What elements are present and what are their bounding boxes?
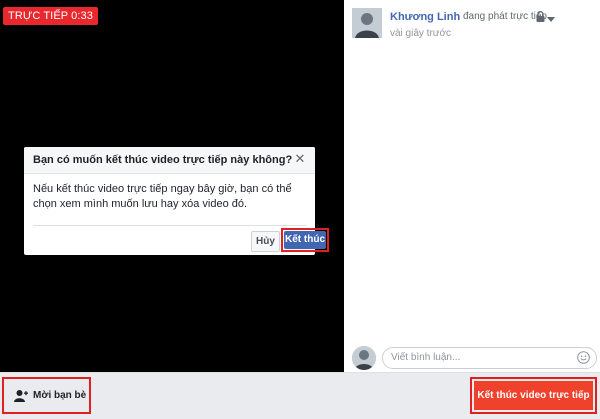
lock-icon	[536, 11, 545, 22]
close-icon[interactable]: ✕	[294, 152, 306, 166]
invite-friends-button[interactable]: Mời bạn bè	[2, 377, 91, 414]
end-live-highlight: Kết thúc video trực tiếp	[470, 377, 597, 414]
post-time[interactable]: vài giây trước	[390, 28, 451, 39]
avatar	[352, 346, 376, 370]
dialog-header: Bạn có muốn kết thúc video trực tiếp này…	[24, 147, 315, 174]
comment-input[interactable]: Viết bình luận...	[382, 347, 597, 369]
bottom-bar: Mời bạn bè Kết thúc video trực tiếp	[0, 372, 600, 419]
dialog-message: Nếu kết thúc video trực tiếp ngay bây gi…	[33, 183, 292, 210]
comment-placeholder: Viết bình luận...	[391, 352, 461, 363]
confirm-end-button[interactable]: Kết thúc	[284, 231, 326, 249]
end-live-video-button[interactable]: Kết thúc video trực tiếp	[474, 381, 593, 410]
add-friend-icon	[14, 389, 28, 403]
invite-label: Mời bạn bè	[33, 390, 87, 401]
emoji-icon[interactable]	[577, 351, 590, 364]
end-live-dialog: Bạn có muốn kết thúc video trực tiếp này…	[24, 147, 329, 255]
comment-composer: Viết bình luận...	[352, 346, 597, 370]
live-video-area: TRỰC TIẾP 0:33 Bạn có muốn kết thúc vide…	[0, 0, 344, 372]
confirm-highlight: Kết thúc	[281, 228, 329, 252]
author-row: Khương Linh đang phát trực tiếp. vài giâ…	[352, 8, 600, 44]
avatar[interactable]	[352, 8, 382, 38]
chevron-down-icon[interactable]	[547, 14, 555, 22]
dialog-divider	[33, 225, 306, 226]
sidebar: Khương Linh đang phát trực tiếp. vài giâ…	[344, 0, 600, 372]
dialog-title: Bạn có muốn kết thúc video trực tiếp này…	[33, 154, 293, 166]
cancel-button[interactable]: Hủy	[251, 231, 280, 252]
author-name[interactable]: Khương Linh	[390, 11, 460, 23]
live-badge: TRỰC TIẾP 0:33	[3, 7, 98, 25]
